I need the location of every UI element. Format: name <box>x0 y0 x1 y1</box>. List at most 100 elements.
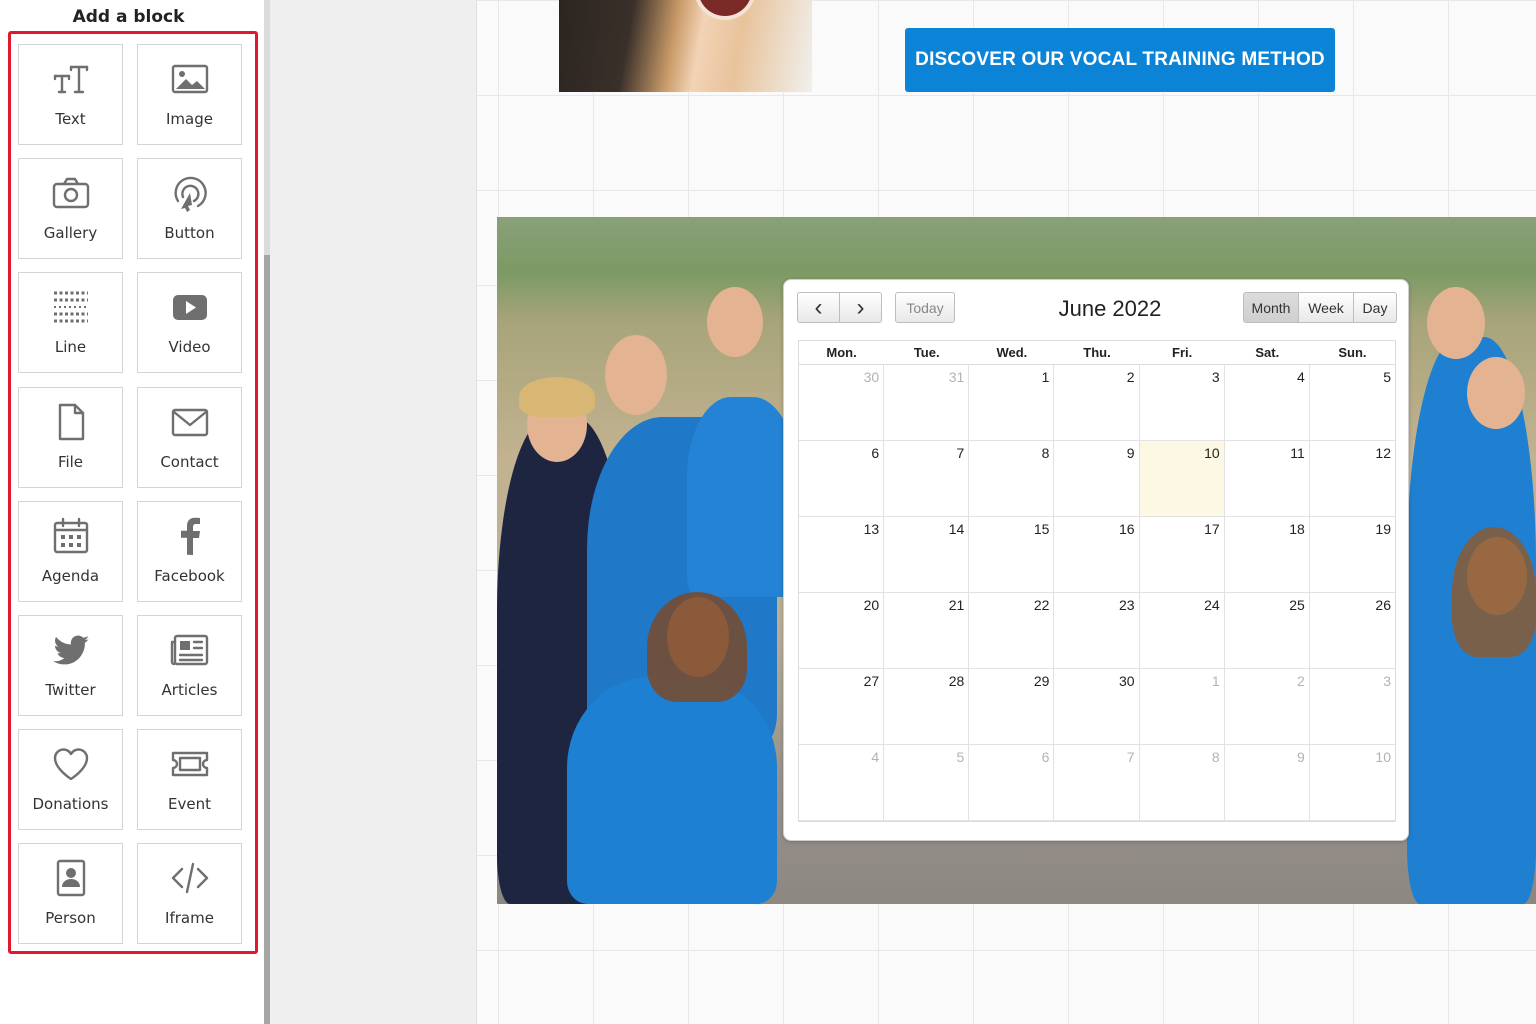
canvas-gutter <box>270 0 476 1024</box>
singer-photo[interactable] <box>559 0 812 92</box>
block-button-button[interactable]: Button <box>137 158 242 260</box>
day-cell[interactable]: 21 <box>884 593 970 669</box>
view-day-button[interactable]: Day <box>1353 292 1397 323</box>
day-number: 4 <box>1297 369 1305 385</box>
day-cell[interactable]: 30 <box>1054 669 1140 745</box>
block-video-button[interactable]: Video <box>137 272 242 374</box>
calendar-title: June 2022 <box>1058 296 1162 321</box>
block-donations-button[interactable]: Donations <box>18 729 123 831</box>
day-cell[interactable]: 15 <box>969 517 1055 593</box>
weekday-header: Wed. <box>969 341 1055 365</box>
block-image-button[interactable]: Image <box>137 44 242 145</box>
day-cell[interactable]: 30 <box>799 365 885 441</box>
month-grid: Mon. Tue. Wed. Thu. Fri. Sat. Sun. 30 31 1 2 3 4 5 6 7 8… <box>798 340 1396 822</box>
day-number: 6 <box>871 445 880 461</box>
block-label: Person <box>45 909 96 928</box>
day-cell[interactable]: 6 <box>799 441 885 517</box>
day-cell[interactable]: 13 <box>799 517 885 593</box>
day-cell[interactable]: 3 <box>1309 669 1395 745</box>
day-number: 17 <box>1204 521 1220 537</box>
day-cell[interactable]: 31 <box>884 365 970 441</box>
block-iframe-button[interactable]: Iframe <box>137 843 242 945</box>
day-cell[interactable]: 6 <box>969 745 1055 821</box>
day-number: 7 <box>1126 749 1135 765</box>
day-number: 5 <box>1383 369 1391 385</box>
day-cell[interactable]: 22 <box>969 593 1055 669</box>
day-cell[interactable]: 2 <box>1224 669 1310 745</box>
block-contact-button[interactable]: Contact <box>137 386 242 488</box>
day-cell[interactable]: 12 <box>1309 441 1395 517</box>
today-button[interactable]: Today <box>895 292 955 323</box>
day-cell[interactable]: 1 <box>1139 669 1225 745</box>
day-number: 1 <box>1211 673 1220 689</box>
day-number: 12 <box>1375 445 1391 461</box>
day-cell[interactable]: 3 <box>1139 365 1225 441</box>
weekday-header: Mon. <box>799 341 885 365</box>
block-label: Button <box>164 224 215 243</box>
person-hair <box>647 592 747 702</box>
block-agenda-button[interactable]: Agenda <box>18 500 123 602</box>
day-cell[interactable]: 20 <box>799 593 885 669</box>
day-cell[interactable]: 18 <box>1224 517 1310 593</box>
day-cell[interactable]: 7 <box>884 441 970 517</box>
block-file-button[interactable]: File <box>18 386 123 488</box>
day-cell[interactable]: 27 <box>799 669 885 745</box>
prev-month-button[interactable]: ‹ <box>797 292 840 323</box>
calendar-icon <box>19 516 122 556</box>
day-cell[interactable]: 24 <box>1139 593 1225 669</box>
dotted-line-icon <box>19 287 122 327</box>
day-cell[interactable]: 9 <box>1054 441 1140 517</box>
day-cell[interactable]: 8 <box>1139 745 1225 821</box>
day-cell[interactable]: 1 <box>969 365 1055 441</box>
day-number: 10 <box>1204 445 1220 461</box>
day-cell[interactable]: 4 <box>799 745 885 821</box>
day-number: 3 <box>1383 673 1391 689</box>
block-twitter-button[interactable]: Twitter <box>18 615 123 716</box>
block-text-button[interactable]: Text <box>18 44 123 145</box>
chevron-left-icon: ‹ <box>814 293 823 321</box>
block-articles-button[interactable]: Articles <box>137 615 242 716</box>
day-number: 5 <box>956 749 965 765</box>
day-cell[interactable]: 9 <box>1224 745 1310 821</box>
day-cell[interactable]: 23 <box>1054 593 1140 669</box>
day-cell[interactable]: 17 <box>1139 517 1225 593</box>
weekday-header: Tue. <box>884 341 970 365</box>
panel-title: Add a block <box>72 7 185 27</box>
block-label: Line <box>54 338 87 357</box>
day-cell[interactable]: 4 <box>1224 365 1310 441</box>
day-cell[interactable]: 5 <box>884 745 970 821</box>
day-number: 3 <box>1211 369 1220 385</box>
day-number: 25 <box>1289 597 1305 613</box>
day-cell[interactable]: 25 <box>1224 593 1310 669</box>
person-head <box>1427 287 1485 359</box>
day-cell[interactable]: 19 <box>1309 517 1395 593</box>
day-number: 4 <box>871 749 880 765</box>
view-month-button[interactable]: Month <box>1243 292 1299 323</box>
day-cell[interactable]: 26 <box>1309 593 1395 669</box>
block-event-button[interactable]: Event <box>137 729 242 831</box>
day-cell[interactable]: 11 <box>1224 441 1310 517</box>
day-cell[interactable]: 2 <box>1054 365 1140 441</box>
weekday-header: Sun. <box>1309 341 1395 365</box>
twitter-bird-icon <box>19 630 122 670</box>
day-cell[interactable]: 29 <box>969 669 1055 745</box>
block-line-button[interactable]: Line <box>18 272 123 374</box>
day-cell[interactable]: 10 <box>1139 441 1225 517</box>
day-cell[interactable]: 28 <box>884 669 970 745</box>
day-cell[interactable]: 10 <box>1309 745 1395 821</box>
day-number: 31 <box>948 369 965 385</box>
block-label: Image <box>166 110 213 128</box>
block-facebook-button[interactable]: Facebook <box>137 500 242 602</box>
day-cell[interactable]: 8 <box>969 441 1055 517</box>
block-gallery-button[interactable]: Gallery <box>18 158 123 260</box>
day-cell[interactable]: 16 <box>1054 517 1140 593</box>
view-week-button[interactable]: Week <box>1298 292 1354 323</box>
discover-method-button[interactable]: DISCOVER OUR VOCAL TRAINING METHOD <box>905 28 1335 92</box>
day-cell[interactable]: 14 <box>884 517 970 593</box>
day-cell[interactable]: 7 <box>1054 745 1140 821</box>
day-number: 21 <box>948 597 965 613</box>
day-cell[interactable]: 5 <box>1309 365 1395 441</box>
block-person-button[interactable]: Person <box>18 843 123 945</box>
block-label: Gallery <box>43 224 98 243</box>
next-month-button[interactable]: › <box>839 292 882 323</box>
